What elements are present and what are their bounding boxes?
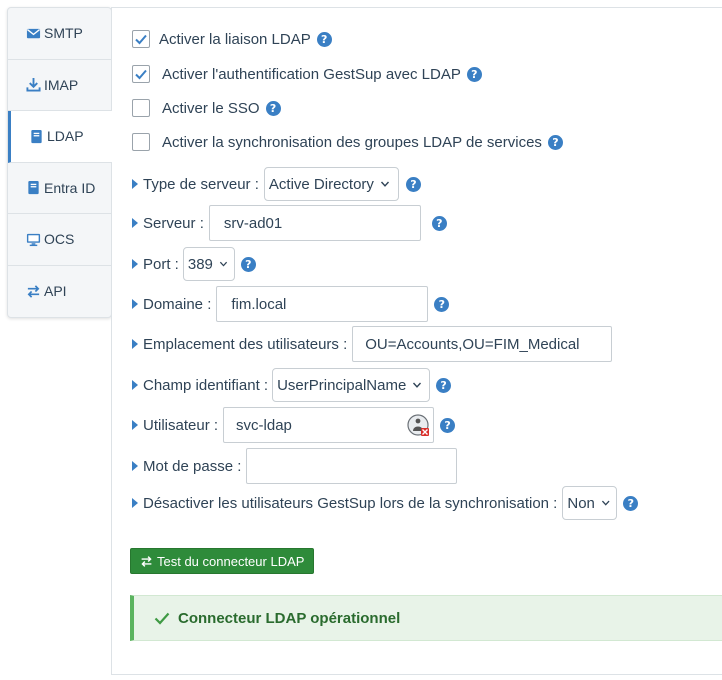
settings-tab-list: SMTP IMAP LDAP Entra ID OCS API [7,7,112,318]
help-icon[interactable]: ? [265,100,281,116]
user-value: svc-ldap [236,416,292,434]
disable-users-value: Non [567,494,595,512]
ldap-settings-panel: Activer la liaison LDAP ? Activer l'auth… [111,7,722,675]
user-label: Utilisateur : [143,416,219,434]
test-ldap-connector-label: Test du connecteur LDAP [157,553,305,569]
chevron-down-icon [413,382,422,388]
sso-checkbox[interactable] [132,99,150,117]
caret-right-icon [132,218,138,228]
disable-users-select[interactable]: Non [562,486,618,520]
checkmark-icon [135,34,147,45]
book-icon [26,180,41,195]
password-label: Mot de passe : [143,457,242,475]
tab-ocs-label: OCS [44,231,75,248]
ldap-auth-label: Activer l'authentification GestSup avec … [162,65,461,83]
port-row: Port : 389 ? [132,247,256,281]
server-type-select[interactable]: Active Directory [263,167,399,201]
caret-right-icon [132,498,138,508]
user-input[interactable]: svc-ldap [223,407,435,443]
help-icon[interactable]: ? [405,176,421,192]
help-icon[interactable]: ? [623,495,639,511]
tab-ocs[interactable]: OCS [8,214,111,266]
password-input[interactable] [246,448,458,484]
tab-smtp-label: SMTP [44,25,83,42]
download-icon [26,77,41,92]
tab-smtp[interactable]: SMTP [8,8,111,60]
group-sync-row: Activer la synchronisation des groupes L… [132,133,563,151]
success-alert: Connecteur LDAP opérationnel [130,595,722,641]
server-input[interactable]: srv-ad01 [208,205,421,241]
group-sync-label: Activer la synchronisation des groupes L… [162,133,542,151]
chevron-down-icon [601,500,610,506]
port-select[interactable]: 389 [182,247,235,281]
help-icon[interactable]: ? [436,377,452,393]
help-icon[interactable]: ? [466,66,482,82]
id-field-value: UserPrincipalName [277,376,407,394]
book-icon [29,129,44,144]
help-icon[interactable]: ? [240,256,256,272]
exchange-icon [141,555,152,567]
help-icon[interactable]: ? [547,134,563,150]
group-sync-checkbox[interactable] [132,133,150,151]
id-field-select[interactable]: UserPrincipalName [272,368,431,402]
caret-right-icon [132,420,138,430]
help-icon[interactable]: ? [431,215,447,231]
ldap-auth-row: Activer l'authentification GestSup avec … [132,65,482,83]
domain-row: Domaine : fim.local ? [132,286,450,322]
caret-right-icon [132,380,138,390]
id-field-row: Champ identifiant : UserPrincipalName ? [132,368,452,402]
user-row: Utilisateur : svc-ldap ? [132,407,456,443]
domain-label: Domaine : [143,295,212,313]
sso-row: Activer le SSO ? [132,99,281,117]
user-location-label: Emplacement des utilisateurs : [143,335,348,353]
caret-right-icon [132,179,138,189]
tab-imap[interactable]: IMAP [8,60,111,111]
caret-right-icon [132,339,138,349]
caret-right-icon [132,299,138,309]
tab-api-label: API [44,283,67,300]
help-icon[interactable]: ? [434,296,450,312]
envelope-icon [26,26,41,41]
tab-ldap[interactable]: LDAP [8,111,112,163]
disable-users-row: Désactiver les utilisateurs GestSup lors… [132,486,639,520]
help-icon[interactable]: ? [316,31,332,47]
server-type-value: Active Directory [268,175,374,193]
help-icon[interactable]: ? [440,417,456,433]
ldap-auth-checkbox[interactable] [132,65,150,83]
caret-right-icon [132,259,138,269]
sso-label: Activer le SSO [162,99,260,117]
password-row: Mot de passe : [132,448,458,484]
server-type-label: Type de serveur : [143,175,259,193]
tab-ldap-label: LDAP [47,128,84,145]
caret-right-icon [132,461,138,471]
tab-imap-label: IMAP [44,76,79,93]
tab-entra-id-label: Entra ID [44,179,96,196]
exchange-icon [26,284,41,299]
test-ldap-connector-button[interactable]: Test du connecteur LDAP [130,548,315,574]
monitor-icon [26,232,41,247]
tab-api[interactable]: API [8,266,111,318]
domain-input[interactable]: fim.local [216,286,429,322]
port-label: Port : [143,255,179,273]
password-manager-icon[interactable] [407,414,431,438]
ldap-link-row: Activer la liaison LDAP ? [132,30,332,48]
chevron-down-icon [219,261,227,267]
id-field-label: Champ identifiant : [143,376,269,394]
checkmark-icon [135,69,147,80]
chevron-down-icon [380,181,389,187]
ldap-link-label: Activer la liaison LDAP [159,30,311,48]
check-icon [154,612,170,625]
server-label: Serveur : [143,214,204,232]
user-location-row: Emplacement des utilisateurs : OU=Accoun… [132,326,613,362]
tab-entra-id[interactable]: Entra ID [8,163,111,214]
server-type-row: Type de serveur : Active Directory ? [132,167,421,201]
port-value: 389 [187,255,213,273]
ldap-link-checkbox[interactable] [132,30,150,48]
server-row: Serveur : srv-ad01 ? [132,205,447,241]
success-alert-message: Connecteur LDAP opérationnel [178,609,401,627]
user-location-input[interactable]: OU=Accounts,OU=FIM_Medical [352,326,613,362]
disable-users-label: Désactiver les utilisateurs GestSup lors… [143,494,558,512]
